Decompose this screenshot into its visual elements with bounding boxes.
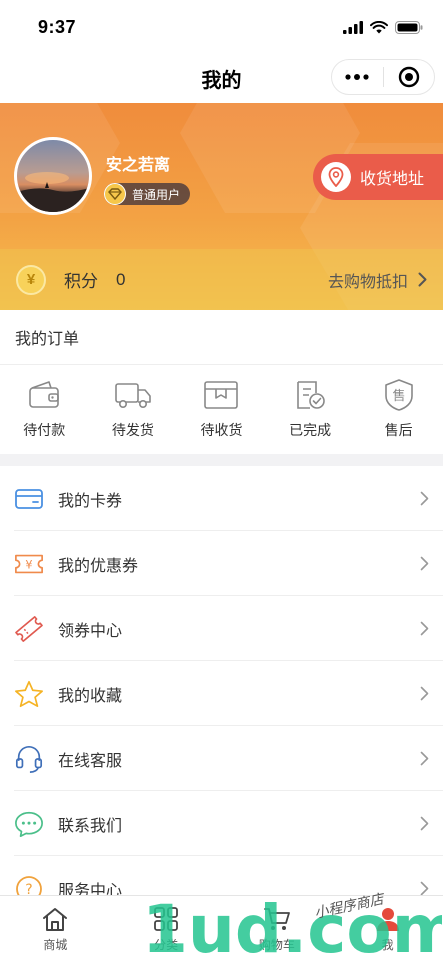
- completed-doc-icon: [291, 378, 329, 412]
- battery-icon: [395, 20, 423, 34]
- menu-label: 在线客服: [58, 752, 123, 770]
- diamond-icon: [104, 183, 126, 205]
- more-button[interactable]: [332, 60, 383, 94]
- wallet-icon: [25, 378, 63, 412]
- star-icon: [14, 679, 44, 709]
- chevron-right-icon: [420, 816, 429, 831]
- menu-list: 我的卡券 ¥ 我的优惠券 领券中心 我的收藏 在线客服 联系我们 ? 服务中心: [0, 466, 443, 921]
- redeem-points-label: 去购物抵扣: [327, 273, 408, 291]
- page-title: 我的: [201, 69, 242, 92]
- bottom-tab-bar: 商城 分类 购物车 我: [0, 895, 443, 960]
- points-value: 0: [116, 269, 126, 289]
- chevron-right-icon: [418, 272, 427, 287]
- order-pending-payment[interactable]: 待付款: [0, 366, 89, 454]
- truck-icon: [114, 378, 152, 412]
- home-icon: [40, 904, 70, 934]
- tab-me[interactable]: 我: [332, 896, 443, 960]
- order-after-sale[interactable]: 售 售后: [354, 366, 443, 454]
- chevron-right-icon: [420, 621, 429, 636]
- coin-icon: ¥: [16, 264, 46, 295]
- order-label: 待发货: [111, 422, 154, 438]
- tab-mall[interactable]: 商城: [0, 896, 111, 960]
- tab-cart[interactable]: 购物车: [222, 896, 333, 960]
- signal-icon: [343, 20, 363, 34]
- menu-label: 我的卡券: [58, 492, 123, 510]
- member-level-badge: 普通用户: [104, 183, 191, 205]
- menu-item-my-cards[interactable]: 我的卡券: [0, 466, 443, 531]
- mini-program-capsule: [331, 59, 435, 95]
- chevron-right-icon: [420, 751, 429, 766]
- my-orders-heading: 我的订单: [0, 310, 443, 365]
- points-label: 积分: [64, 272, 98, 291]
- order-label: 待付款: [23, 422, 66, 438]
- status-time: 9:37: [38, 16, 77, 37]
- menu-label: 我的收藏: [58, 687, 123, 705]
- menu-label: 联系我们: [58, 817, 123, 835]
- order-label: 售后: [384, 422, 413, 438]
- ticket-icon: [14, 614, 44, 644]
- tab-label: 购物车: [258, 938, 295, 952]
- coupon-icon: ¥: [14, 549, 44, 579]
- menu-label: 我的优惠券: [58, 557, 139, 575]
- close-button[interactable]: [384, 60, 435, 94]
- wifi-icon: [370, 20, 388, 33]
- menu-label: 领券中心: [58, 622, 123, 640]
- shipping-address-button[interactable]: 收货地址: [313, 154, 443, 200]
- order-to-ship[interactable]: 待发货: [89, 366, 178, 454]
- points-bar: ¥ 积分 0 去购物抵扣: [0, 249, 443, 310]
- status-bar: 9:37: [0, 0, 443, 54]
- redeem-points-link[interactable]: 去购物抵扣: [328, 268, 427, 292]
- menu-item-online-service[interactable]: 在线客服: [0, 726, 443, 791]
- order-label: 已完成: [289, 422, 332, 438]
- chevron-right-icon: [420, 556, 429, 571]
- shipping-address-label: 收货地址: [360, 171, 425, 188]
- headset-icon: [14, 744, 44, 774]
- order-status-row: 待付款 待发货 待收货 已完成 售 售后: [0, 366, 443, 454]
- username: 安之若离: [106, 157, 171, 174]
- card-icon: [14, 484, 44, 514]
- chat-bubble-icon: [14, 809, 44, 839]
- cart-icon: [262, 904, 292, 934]
- tab-category[interactable]: 分类: [111, 896, 222, 960]
- menu-item-my-favorites[interactable]: 我的收藏: [0, 661, 443, 726]
- after-sale-shield-icon: 售: [380, 378, 418, 412]
- svg-text:售: 售: [392, 388, 405, 404]
- tab-label: 商城: [43, 938, 68, 952]
- category-icon: [151, 904, 181, 934]
- more-dots-icon: [345, 74, 369, 80]
- profile-header: 安之若离 普通用户 收货地址 ¥ 积分 0 去购物抵扣: [0, 103, 443, 310]
- menu-item-my-coupons[interactable]: ¥ 我的优惠券: [0, 531, 443, 596]
- status-icons: [343, 20, 423, 34]
- order-to-receive[interactable]: 待收货: [177, 366, 266, 454]
- tab-label: 分类: [154, 938, 179, 952]
- member-level-text: 普通用户: [132, 187, 181, 202]
- svg-text:¥: ¥: [25, 558, 32, 571]
- menu-item-coupon-center[interactable]: 领券中心: [0, 596, 443, 661]
- order-completed[interactable]: 已完成: [266, 366, 355, 454]
- order-label: 待收货: [200, 422, 243, 438]
- avatar-image: [17, 172, 89, 212]
- target-circle-icon: [398, 66, 419, 88]
- user-icon: [373, 904, 403, 934]
- section-divider: [0, 454, 443, 466]
- avatar[interactable]: [14, 137, 92, 215]
- menu-item-contact-us[interactable]: 联系我们: [0, 791, 443, 856]
- chevron-right-icon: [420, 881, 429, 896]
- location-pin-icon: [321, 162, 351, 192]
- package-icon: [202, 378, 240, 412]
- chevron-right-icon: [420, 491, 429, 506]
- chevron-right-icon: [420, 686, 429, 701]
- nav-bar: 我的: [0, 54, 443, 102]
- tab-label: 我: [381, 938, 394, 952]
